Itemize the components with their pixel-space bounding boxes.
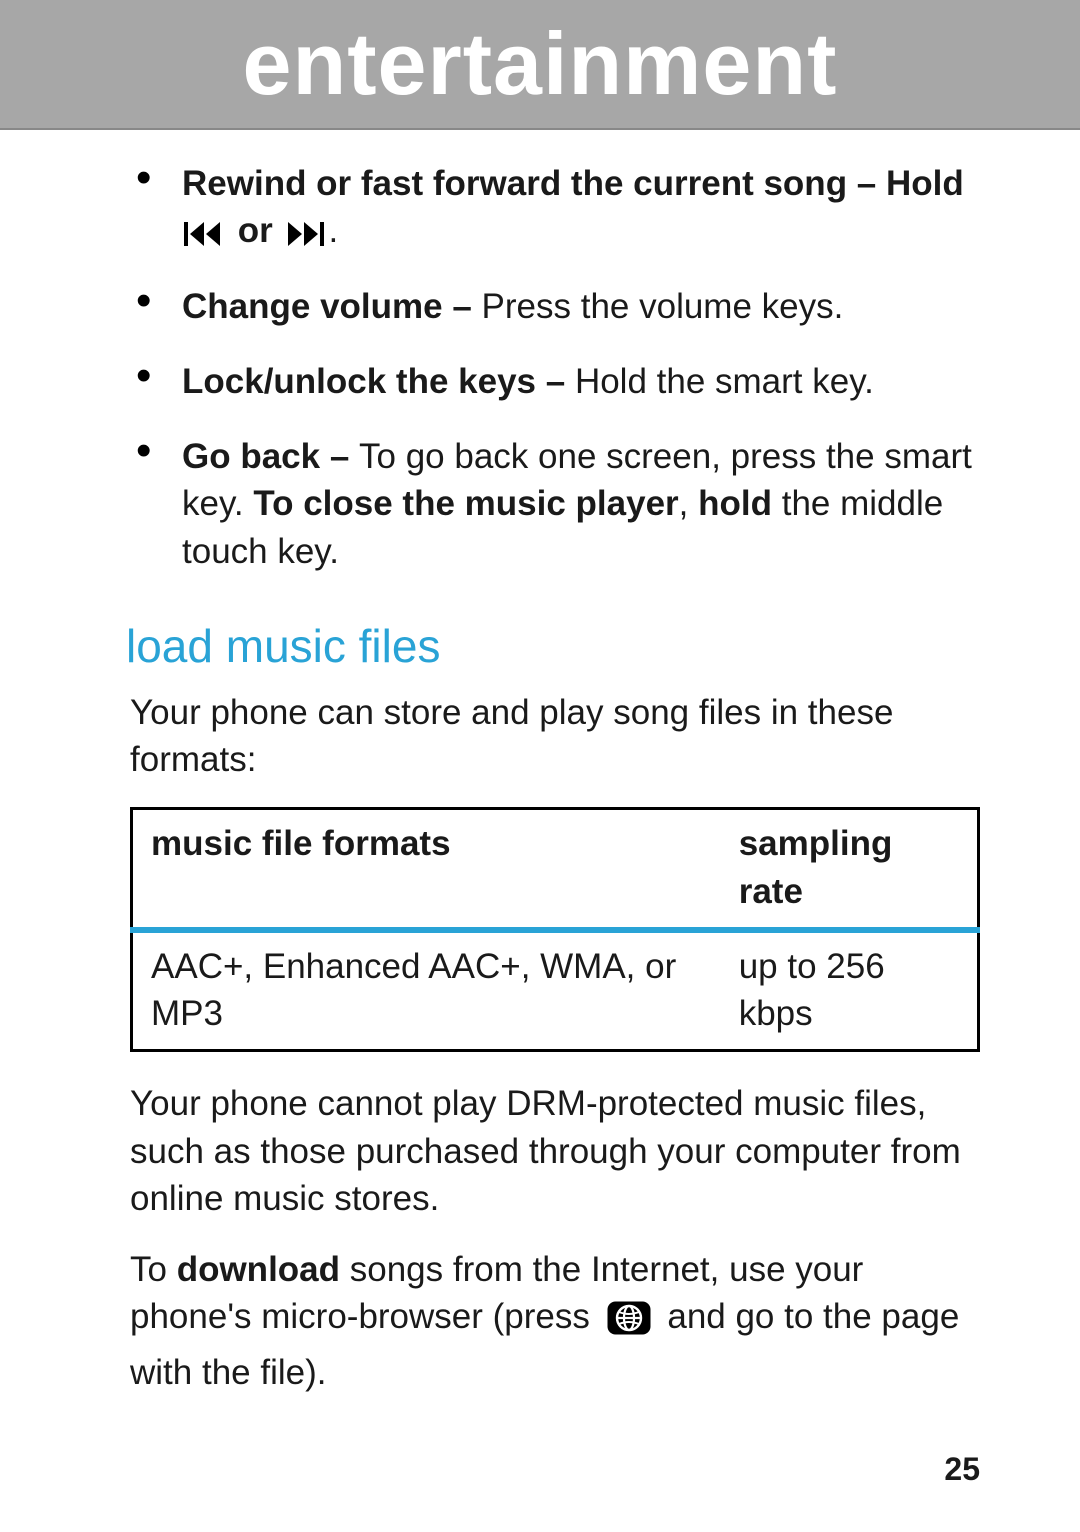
- formats-table: music file formats sampling rate AAC+, E…: [130, 807, 980, 1052]
- intro-paragraph: Your phone can store and play song files…: [130, 689, 980, 784]
- list-item: Change volume – Press the volume keys.: [130, 283, 980, 330]
- globe-key-icon: [606, 1300, 652, 1348]
- bullet-lead: Go back –: [182, 437, 359, 476]
- bullet-lead: Rewind or fast forward the current song …: [182, 164, 964, 203]
- download-pre: To: [130, 1250, 177, 1289]
- bullet-rest: Hold the smart key.: [575, 362, 874, 401]
- table-cell: AAC+, Enhanced AAC+, WMA, or MP3: [132, 930, 721, 1051]
- bullet-lead: Change volume –: [182, 287, 482, 326]
- table-cell: up to 256 kbps: [721, 930, 979, 1051]
- page-content: Rewind or fast forward the current song …: [0, 130, 1080, 1396]
- list-item: Lock/unlock the keys – Hold the smart ke…: [130, 358, 980, 405]
- rewind-icon: [182, 211, 228, 250]
- header-band: entertainment: [0, 0, 1080, 130]
- list-item: Rewind or fast forward the current song …: [130, 160, 980, 255]
- section-heading: load music files: [126, 615, 980, 677]
- bullet-bold: To close the music player: [253, 484, 678, 523]
- bullet-trail: .: [328, 211, 338, 250]
- bullet-lead: Lock/unlock the keys –: [182, 362, 575, 401]
- table-header: sampling rate: [721, 809, 979, 930]
- page-number: 25: [944, 1451, 980, 1488]
- page-title: entertainment: [243, 13, 838, 115]
- table-header-row: music file formats sampling rate: [132, 809, 979, 930]
- fast-forward-icon: [282, 211, 328, 250]
- download-paragraph: To download songs from the Internet, use…: [130, 1246, 980, 1396]
- bullet-connector: or: [228, 211, 282, 250]
- download-bold: download: [177, 1250, 340, 1289]
- table-row: AAC+, Enhanced AAC+, WMA, or MP3 up to 2…: [132, 930, 979, 1051]
- bullet-bold: hold: [698, 484, 772, 523]
- list-item: Go back – To go back one screen, press t…: [130, 433, 980, 575]
- bullet-rest: Press the volume keys.: [482, 287, 844, 326]
- bullet-text: ,: [679, 484, 698, 523]
- drm-note: Your phone cannot play DRM-protected mus…: [130, 1080, 980, 1222]
- table-header: music file formats: [132, 809, 721, 930]
- bullet-list: Rewind or fast forward the current song …: [130, 160, 980, 575]
